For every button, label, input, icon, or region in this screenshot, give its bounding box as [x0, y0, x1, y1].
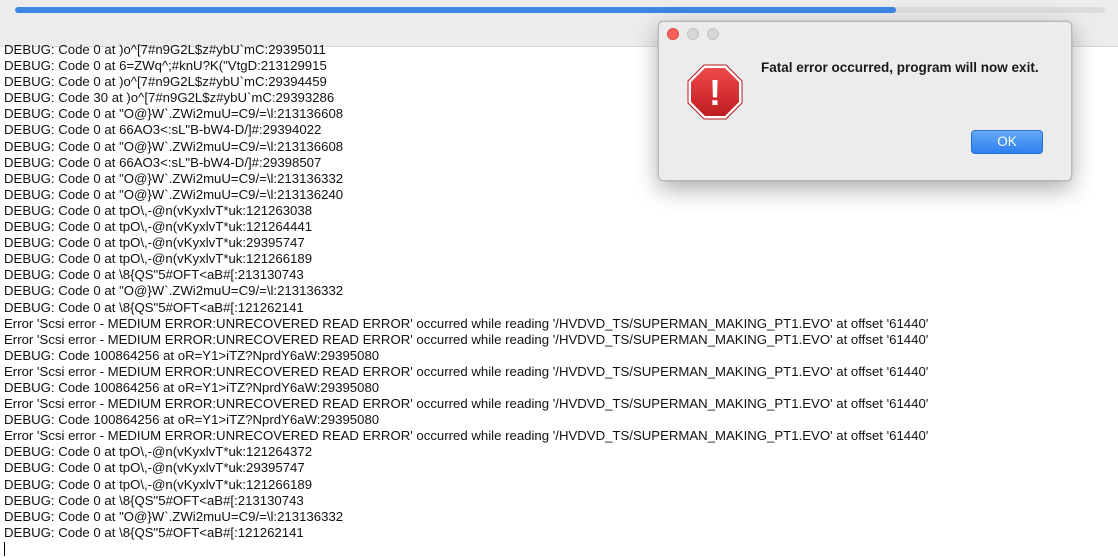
log-line: DEBUG: Code 0 at tpO\,-@n(vKyxlvT*uk:121… [4, 476, 313, 492]
log-line: DEBUG: Code 100864256 at oR=Y1>iTZ?NprdY… [4, 379, 380, 395]
log-line: DEBUG: Code 0 at "O@}W`.ZWi2muU=C9/=\l:2… [4, 186, 344, 202]
progress-bar-fill [15, 7, 896, 13]
stop-alert-icon: ! [687, 64, 743, 120]
log-line: DEBUG: Code 0 at \8{QS"5#OFT<aB#[:121262… [4, 299, 304, 315]
text-cursor [4, 541, 5, 556]
log-line: DEBUG: Code 0 at "O@}W`.ZWi2muU=C9/=\l:2… [4, 508, 344, 524]
log-line: DEBUG: Code 0 at tpO\,-@n(vKyxlvT*uk:293… [4, 235, 305, 251]
log-line: Error 'Scsi error - MEDIUM ERROR:UNRECOV… [4, 315, 929, 331]
log-line: DEBUG: Code 0 at \8{QS"5#OFT<aB#[:213130… [4, 492, 304, 508]
close-button[interactable] [667, 28, 679, 40]
log-line: DEBUG: Code 0 at tpO\,-@n(vKyxlvT*uk:121… [4, 251, 313, 267]
log-line: DEBUG: Code 0 at tpO\,-@n(vKyxlvT*uk:121… [4, 444, 313, 460]
zoom-button [707, 28, 719, 40]
log-line: Error 'Scsi error - MEDIUM ERROR:UNRECOV… [4, 396, 929, 412]
log-line: DEBUG: Code 0 at "O@}W`.ZWi2muU=C9/=\l:2… [4, 283, 344, 299]
log-line: DEBUG: Code 100864256 at oR=Y1>iTZ?NprdY… [4, 347, 380, 363]
alert-symbol: ! [709, 72, 721, 113]
log-line: DEBUG: Code 0 at \8{QS"5#OFT<aB#[:213130… [4, 267, 304, 283]
dialog-message: Fatal error occurred, program will now e… [761, 60, 1039, 75]
window-controls [667, 28, 719, 40]
log-line: Error 'Scsi error - MEDIUM ERROR:UNRECOV… [4, 331, 929, 347]
minimize-button [687, 28, 699, 40]
log-line: Error 'Scsi error - MEDIUM ERROR:UNRECOV… [4, 428, 929, 444]
log-line: DEBUG: Code 0 at tpO\,-@n(vKyxlvT*uk:293… [4, 460, 305, 476]
progress-bar [15, 7, 1105, 13]
alert-dialog: ! Fatal error occurred, program will now… [658, 21, 1072, 181]
log-line: DEBUG: Code 0 at \8{QS"5#OFT<aB#[:121262… [4, 524, 304, 540]
ok-button[interactable]: OK [971, 130, 1043, 154]
log-line: DEBUG: Code 100864256 at oR=Y1>iTZ?NprdY… [4, 412, 380, 428]
log-line: DEBUG: Code 0 at tpO\,-@n(vKyxlvT*uk:121… [4, 219, 313, 235]
log-line: Error 'Scsi error - MEDIUM ERROR:UNRECOV… [4, 363, 929, 379]
log-line: DEBUG: Code 0 at tpO\,-@n(vKyxlvT*uk:121… [4, 202, 313, 218]
